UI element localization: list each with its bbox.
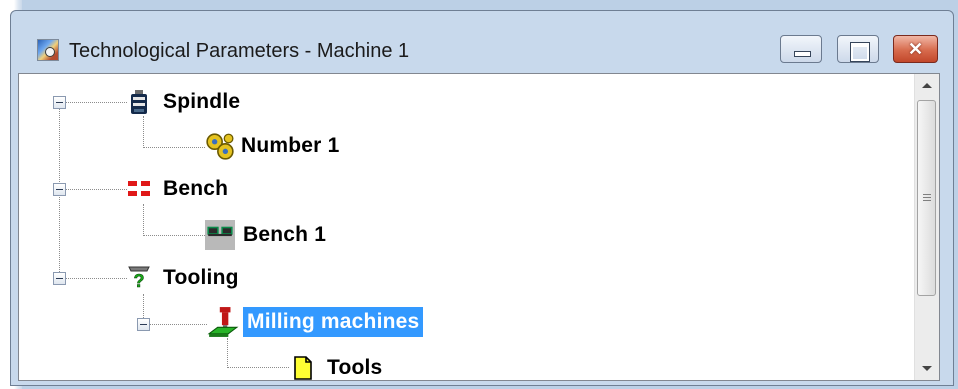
- tree-line: [143, 147, 205, 148]
- close-button[interactable]: ✕: [893, 35, 938, 63]
- arrow-down-icon: [922, 366, 932, 371]
- vertical-scrollbar[interactable]: [914, 74, 939, 380]
- tree-line: [143, 235, 205, 236]
- tree-node-label: Number 1: [241, 134, 340, 157]
- tree-line: [65, 278, 127, 279]
- grip-icon: [923, 194, 931, 203]
- tree-line: [227, 338, 228, 368]
- tree-line: [143, 204, 144, 236]
- scroll-down-button[interactable]: [915, 356, 939, 380]
- spindle-icon: [131, 90, 147, 114]
- tree-node-bench[interactable]: Bench: [127, 174, 232, 204]
- close-icon: ✕: [907, 39, 924, 59]
- tree-node-tools[interactable]: Tools: [291, 353, 386, 380]
- minimize-icon: [794, 51, 811, 57]
- collapse-bench-button[interactable]: [53, 183, 66, 196]
- tree-node-label: Bench: [163, 177, 229, 200]
- tree-node-label: Tools: [327, 356, 383, 379]
- window-frame: Technological Parameters - Machine 1 ✕ S…: [10, 10, 954, 386]
- tree-node-bench-1[interactable]: Bench 1: [205, 220, 330, 250]
- tree-node-spindle[interactable]: Spindle: [127, 87, 244, 117]
- tree-line: [65, 102, 127, 103]
- bench-icon: [128, 181, 150, 196]
- collapse-spindle-button[interactable]: [53, 96, 66, 109]
- tree: Spindle Number 1 Bench Bench 1 ? Tooling…: [19, 74, 915, 380]
- tooling-icon: ?: [128, 266, 150, 291]
- arrow-up-icon: [922, 83, 932, 88]
- window: Technological Parameters - Machine 1 ✕ S…: [0, 0, 958, 389]
- scroll-thumb[interactable]: [917, 100, 936, 296]
- gears-icon: [206, 133, 234, 160]
- tree-line: [65, 189, 127, 190]
- window-title: Technological Parameters - Machine 1: [69, 40, 410, 62]
- svg-text:?: ?: [134, 271, 145, 291]
- tree-line: [149, 324, 207, 325]
- bench-item-icon: [205, 220, 235, 250]
- tree-node-label: Tooling: [163, 266, 239, 289]
- tree-node-label: Bench 1: [243, 223, 327, 246]
- tree-node-milling-machines[interactable]: Milling machines: [207, 307, 424, 337]
- tree-node-number-1[interactable]: Number 1: [205, 131, 343, 161]
- title-bar[interactable]: Technological Parameters - Machine 1 ✕: [11, 11, 953, 73]
- tree-line: [227, 367, 289, 368]
- collapse-tooling-button[interactable]: [53, 272, 66, 285]
- tree-line: [143, 116, 144, 148]
- scroll-up-button[interactable]: [915, 74, 939, 98]
- maximize-button[interactable]: [837, 35, 879, 63]
- tree-node-label: Spindle: [163, 90, 241, 113]
- tree-node-label: Milling machines: [243, 307, 424, 337]
- milling-icon: [207, 307, 239, 337]
- maximize-icon: [850, 42, 870, 62]
- tree-view[interactable]: Spindle Number 1 Bench Bench 1 ? Tooling…: [18, 73, 940, 381]
- document-icon: [294, 356, 312, 380]
- app-icon: [37, 39, 59, 61]
- collapse-milling-button[interactable]: [137, 318, 150, 331]
- tree-node-tooling[interactable]: ? Tooling: [127, 263, 243, 293]
- minimize-button[interactable]: [780, 35, 822, 63]
